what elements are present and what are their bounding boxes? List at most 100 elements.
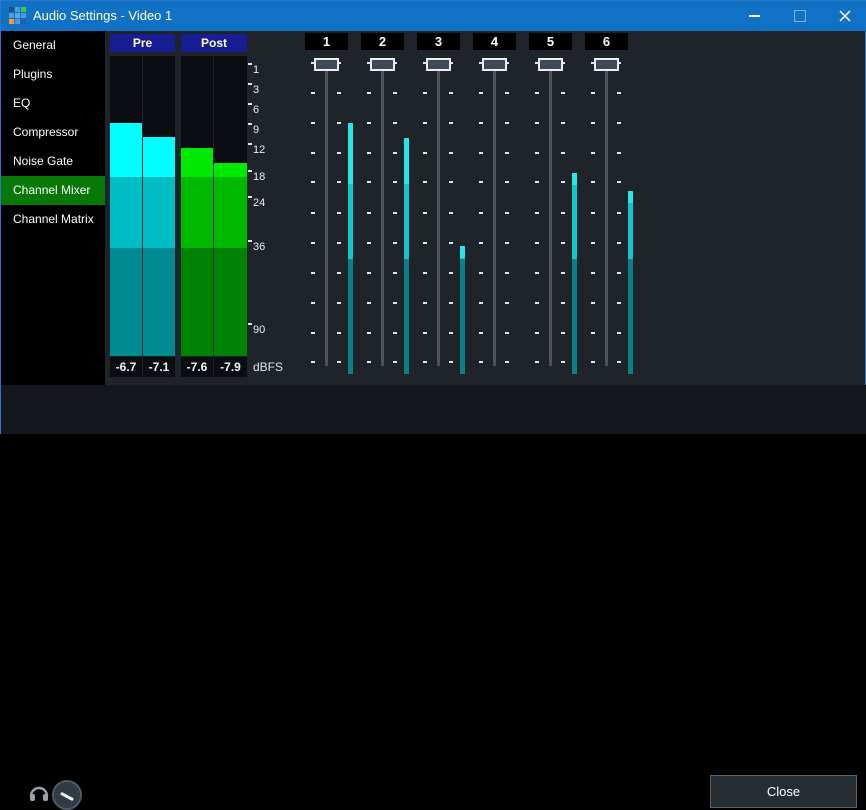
channel-slider-handle[interactable]	[538, 58, 563, 71]
slider-tick	[393, 92, 397, 94]
channel-meter-peak	[572, 173, 577, 185]
slider-tick	[561, 92, 565, 94]
channel-slider-track[interactable]	[381, 64, 384, 366]
slider-tick	[617, 332, 621, 334]
slider-tick	[479, 122, 483, 124]
slider-tick	[535, 122, 539, 124]
slider-tick	[311, 361, 315, 363]
slider-tick	[591, 242, 595, 244]
slider-tick	[479, 332, 483, 334]
slider-tick	[535, 302, 539, 304]
slider-tick	[449, 92, 453, 94]
slider-tick	[337, 92, 341, 94]
slider-tick	[591, 302, 595, 304]
channel-slider-track[interactable]	[493, 64, 496, 366]
channel-slider-handle[interactable]	[426, 58, 451, 71]
slider-tick	[535, 181, 539, 183]
channel-slider-handle[interactable]	[482, 58, 507, 71]
slider-tick	[311, 92, 315, 94]
slider-tick	[423, 181, 427, 183]
channel-header-6: 6	[585, 33, 628, 50]
slider-tick	[311, 302, 315, 304]
slider-tick	[505, 152, 509, 154]
channel-meter-segment	[404, 259, 409, 374]
channel-meter-segment	[348, 184, 353, 259]
channel-header-2: 2	[361, 33, 404, 50]
channel-slider-handle[interactable]	[314, 58, 339, 71]
channel-meter-peak	[628, 191, 633, 203]
knob-indicator	[60, 792, 74, 801]
slider-tick	[337, 152, 341, 154]
slider-tick	[449, 242, 453, 244]
slider-tick	[617, 122, 621, 124]
channel-slider-track[interactable]	[325, 64, 328, 366]
slider-tick	[393, 361, 397, 363]
slider-tick	[311, 272, 315, 274]
channel-meter-segment	[628, 259, 633, 374]
slider-tick	[337, 361, 341, 363]
slider-tick	[449, 272, 453, 274]
close-button[interactable]: Close	[710, 775, 857, 808]
slider-tick	[535, 92, 539, 94]
slider-tick	[617, 272, 621, 274]
slider-tick	[561, 332, 565, 334]
slider-tick	[591, 92, 595, 94]
slider-tick	[561, 361, 565, 363]
slider-tick	[367, 122, 371, 124]
slider-tick	[311, 122, 315, 124]
slider-tick	[337, 332, 341, 334]
channel-mixer-panel: 123456	[1, 1, 866, 435]
channel-header-3: 3	[417, 33, 460, 50]
slider-tick	[561, 181, 565, 183]
slider-tick	[617, 361, 621, 363]
slider-tick	[561, 152, 565, 154]
slider-tick	[337, 122, 341, 124]
slider-tick	[479, 181, 483, 183]
slider-tick	[591, 152, 595, 154]
slider-tick	[311, 242, 315, 244]
slider-tick	[367, 361, 371, 363]
slider-tick	[591, 332, 595, 334]
slider-tick	[591, 122, 595, 124]
slider-tick	[423, 361, 427, 363]
channel-slider-track[interactable]	[605, 64, 608, 366]
slider-tick	[505, 122, 509, 124]
slider-tick	[393, 181, 397, 183]
slider-tick	[393, 332, 397, 334]
headphone-volume-knob[interactable]	[52, 780, 82, 810]
channel-slider-track[interactable]	[437, 64, 440, 366]
slider-tick	[423, 272, 427, 274]
slider-tick	[449, 152, 453, 154]
channel-meter-peak	[348, 123, 353, 135]
slider-tick	[423, 212, 427, 214]
slider-tick	[561, 122, 565, 124]
slider-tick	[367, 242, 371, 244]
slider-tick	[505, 242, 509, 244]
channel-slider-handle[interactable]	[370, 58, 395, 71]
slider-tick	[423, 92, 427, 94]
slider-tick	[505, 272, 509, 274]
footer-bar: Close	[1, 385, 866, 434]
channel-slider-handle[interactable]	[594, 58, 619, 71]
slider-tick	[561, 212, 565, 214]
slider-tick	[423, 122, 427, 124]
channel-meter-segment	[404, 184, 409, 259]
slider-tick	[617, 242, 621, 244]
channel-slider-track[interactable]	[549, 64, 552, 366]
slider-tick	[535, 332, 539, 334]
slider-tick	[311, 212, 315, 214]
channel-meter-segment	[460, 259, 465, 374]
slider-tick	[423, 242, 427, 244]
slider-tick	[505, 212, 509, 214]
slider-tick	[617, 92, 621, 94]
channel-meter-peak	[404, 138, 409, 150]
slider-tick	[393, 122, 397, 124]
slider-tick	[337, 181, 341, 183]
channel-meter-segment	[572, 184, 577, 259]
slider-tick	[479, 152, 483, 154]
slider-tick	[505, 332, 509, 334]
slider-tick	[505, 92, 509, 94]
headphones-icon[interactable]	[28, 783, 50, 803]
slider-tick	[449, 181, 453, 183]
slider-tick	[393, 302, 397, 304]
